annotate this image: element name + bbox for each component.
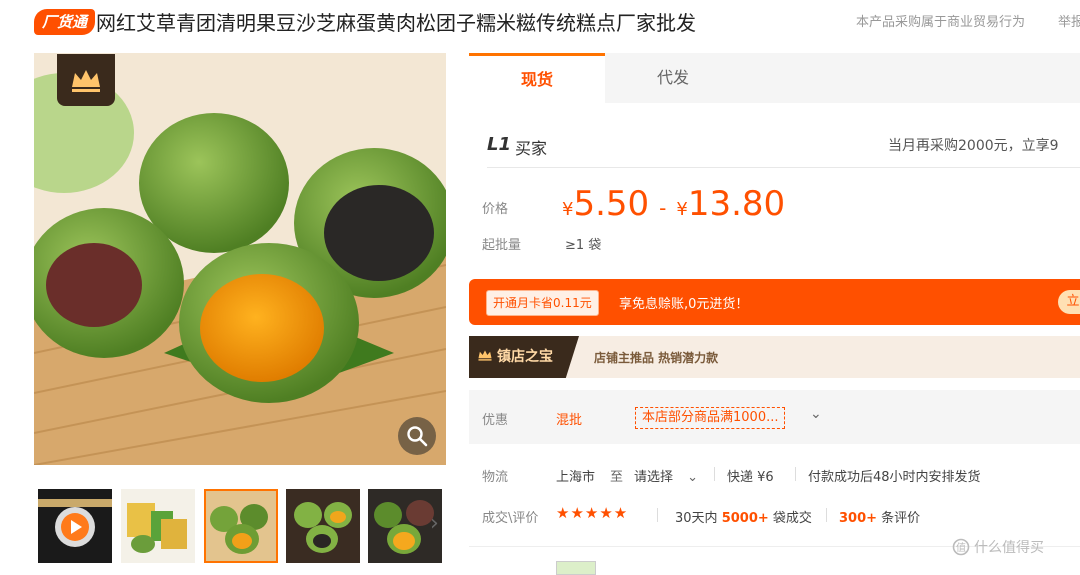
- thumb-green-balls[interactable]: [204, 489, 278, 563]
- store-treasure-tag: 镇店之宝: [469, 336, 579, 378]
- mixed-batch-link[interactable]: 混批: [556, 409, 582, 428]
- monthly-card-text: 享免息赊账,0元进货！: [619, 297, 749, 312]
- main-product-image[interactable]: [34, 53, 446, 465]
- sales-count: 30天内 5000+ 袋成交: [675, 507, 812, 526]
- price-min: 5.50: [573, 184, 650, 224]
- thumb-package[interactable]: [121, 489, 195, 563]
- thumb-next-arrow[interactable]: ›: [430, 512, 439, 536]
- divider: [714, 467, 715, 481]
- moq-value: ≥1 袋: [565, 238, 602, 253]
- tab-in-stock[interactable]: 现货: [469, 53, 605, 103]
- promotion-coupon-tag[interactable]: 本店部分商品满1000...: [635, 407, 786, 429]
- shipping-time: 付款成功后48小时内安排发货: [808, 470, 981, 485]
- sku-thumb[interactable]: [556, 561, 596, 575]
- site-watermark: 值 什么值得买: [952, 537, 1044, 557]
- review-suffix: 条评价: [881, 511, 921, 526]
- currency-symbol: ¥: [676, 199, 688, 220]
- buyer-level-label: 买家: [515, 139, 548, 158]
- thumb-sesame[interactable]: [286, 489, 360, 563]
- divider: [487, 167, 1080, 168]
- review-count-link[interactable]: 300+ 条评价: [839, 507, 920, 526]
- divider: [657, 508, 658, 522]
- moq-label: 起批量: [482, 238, 522, 253]
- store-treasure-text: 店铺主推品 热销潜力款: [594, 351, 719, 365]
- watermark-text: 什么值得买: [974, 540, 1044, 556]
- review-number: 300+: [839, 511, 878, 526]
- price-label: 价格: [482, 202, 509, 217]
- currency-symbol: ¥: [562, 199, 574, 220]
- watermark-logo-icon: 值: [952, 538, 970, 556]
- buyer-upgrade-promo[interactable]: 当月再采购2000元，立享9: [888, 135, 1059, 155]
- shipping-label: 物流: [482, 470, 509, 485]
- trade-notice: 本产品采购属于商业贸易行为: [856, 15, 1026, 30]
- price-dash: -: [659, 196, 667, 220]
- zoom-button[interactable]: [398, 417, 436, 455]
- crown-icon: [72, 70, 100, 92]
- chevron-down-icon: ⌄: [687, 470, 699, 485]
- thumb-video[interactable]: [38, 489, 112, 563]
- divider: [795, 467, 796, 481]
- crown-icon: [478, 350, 492, 361]
- price-max: 13.80: [687, 184, 786, 224]
- monthly-card-button[interactable]: 立: [1058, 290, 1080, 314]
- sales-prefix: 30天内: [675, 511, 718, 526]
- factory-badge: 厂货通: [34, 9, 96, 35]
- svg-text:值: 值: [956, 541, 966, 554]
- monthly-card-saving: 开通月卡省0.11元: [486, 290, 599, 316]
- shipping-fee: 快递 ¥6: [727, 470, 774, 485]
- price-range: ¥5.50- ¥13.80: [562, 184, 785, 224]
- deal-review-label: 成交\评价: [482, 511, 539, 526]
- crown-badge: [57, 54, 115, 106]
- destination-select[interactable]: 请选择 ⌄: [634, 466, 698, 485]
- ship-to-text: 至: [610, 470, 624, 485]
- product-title: 网红艾草青团清明果豆沙芝麻蛋黄肉松团子糯米糍传统糕点厂家批发: [96, 11, 696, 35]
- chevron-down-icon[interactable]: ⌄: [810, 406, 822, 422]
- promotion-label: 优惠: [482, 413, 509, 428]
- divider: [826, 508, 827, 522]
- magnifier-icon: [407, 426, 428, 447]
- store-treasure-label: 镇店之宝: [497, 349, 553, 365]
- package-thumb-image: [121, 489, 195, 563]
- destination-select-value: 请选择: [634, 470, 674, 485]
- buyer-level-badge: L1: [487, 134, 511, 155]
- report-link[interactable]: 举报: [1058, 11, 1080, 30]
- video-thumb-image: [38, 489, 112, 563]
- product-photo: [34, 53, 446, 465]
- tab-dropship[interactable]: 代发: [605, 53, 741, 103]
- rating-stars: ★★★★★: [556, 504, 629, 522]
- sales-number: 5000+: [721, 511, 769, 526]
- ship-from-city: 上海市: [556, 470, 596, 485]
- sesame-thumb-image: [286, 489, 360, 563]
- sales-suffix: 袋成交: [772, 511, 812, 526]
- green-balls-thumb-image: [204, 489, 278, 563]
